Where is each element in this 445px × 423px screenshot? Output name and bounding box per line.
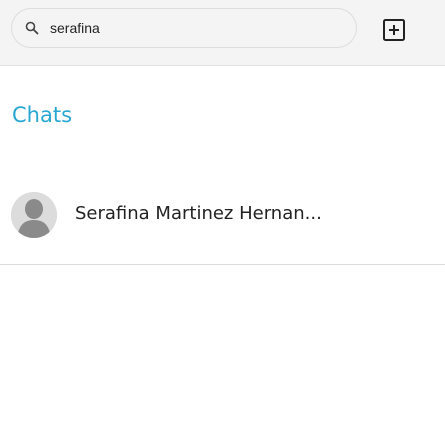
chat-name: Serafina Martinez Hernan... (75, 203, 322, 224)
user-avatar-icon (11, 192, 57, 238)
add-box-icon[interactable] (380, 16, 408, 44)
avatar (11, 192, 57, 238)
chat-list-item[interactable]: Serafina Martinez Hernan... (0, 180, 445, 265)
chat-app: Chats Serafina Martinez Hernan... (0, 0, 445, 423)
search-box[interactable] (11, 8, 357, 48)
search-icon (25, 21, 39, 35)
top-bar (0, 0, 445, 66)
section-title: Chats (12, 103, 73, 127)
search-input[interactable] (50, 18, 340, 38)
